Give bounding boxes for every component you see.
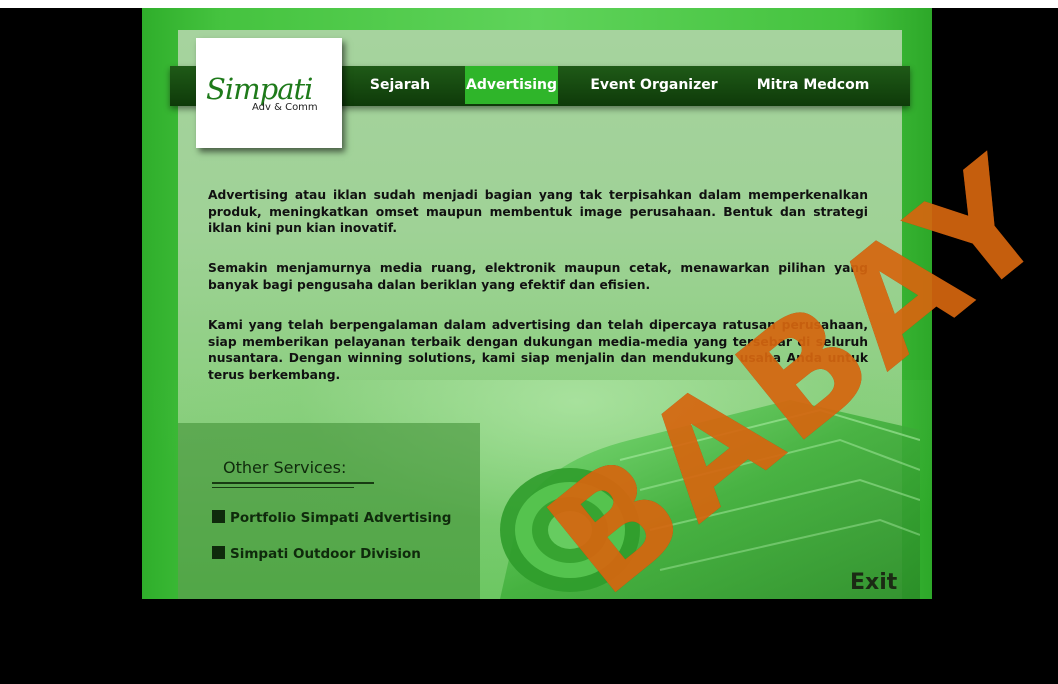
square-bullet-icon (212, 510, 225, 523)
title-underline (212, 482, 374, 484)
app-window: Sejarah Advertising Event Organizer Mitr… (0, 0, 1058, 629)
top-frame-strip (0, 0, 1058, 8)
nav-event-organizer[interactable]: Event Organizer (584, 66, 724, 104)
logo-subtitle: Adv & Comm (252, 102, 318, 113)
service-label: Portfolio Simpati Advertising (230, 510, 452, 526)
paragraph-2: Semakin menjamurnya media ruang, elektro… (208, 261, 868, 292)
paragraph-1: Advertising atau iklan sudah menjadi bag… (208, 188, 868, 235)
square-bullet-icon (212, 546, 225, 559)
other-services-title: Other Services: (223, 458, 347, 477)
nav-advertising[interactable]: Advertising (465, 66, 558, 104)
nav-sejarah[interactable]: Sejarah (360, 66, 440, 104)
logo[interactable]: Simpati Adv & Comm (196, 38, 342, 148)
logo-script: Simpati (206, 72, 313, 106)
service-link-outdoor[interactable]: Simpati Outdoor Division (212, 546, 421, 562)
nav-mitra-medcom[interactable]: Mitra Medcom (748, 66, 878, 104)
service-link-portfolio[interactable]: Portfolio Simpati Advertising (212, 510, 451, 526)
exit-button[interactable]: Exit (850, 570, 897, 595)
title-underline-thin (212, 487, 354, 488)
paragraph-3: Kami yang telah berpengalaman dalam adve… (208, 318, 868, 382)
service-label: Simpati Outdoor Division (230, 546, 421, 562)
